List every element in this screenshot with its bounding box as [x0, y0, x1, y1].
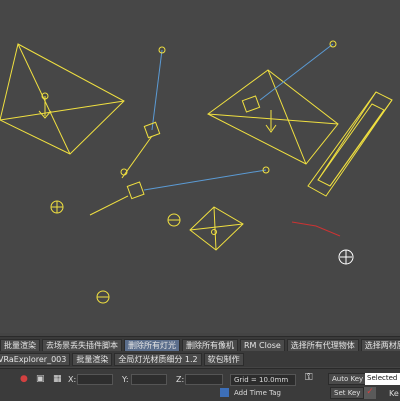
- selected-light: [291, 221, 354, 265]
- delete-all-lights-button[interactable]: 删除所有灯光: [124, 338, 180, 352]
- light-rect-1: [0, 43, 125, 155]
- status-bar: ● ▣ ▦ X: Y: Z: Grid = 10.0mm ⚿ Auto Key …: [0, 368, 400, 401]
- add-time-tag-label[interactable]: Add Time Tag: [234, 389, 281, 397]
- y-coordinate-field[interactable]: [131, 374, 167, 385]
- curve-icon[interactable]: ✓: [364, 387, 376, 399]
- viewport-scene: [0, 40, 393, 304]
- select-two-material-objects-button[interactable]: 选择两材质物体: [360, 338, 400, 352]
- remove-missing-plugins-button[interactable]: 去场景丢失插件脚本: [42, 338, 122, 352]
- key-icon[interactable]: ⚿: [305, 373, 313, 383]
- key-filters-label[interactable]: Ke: [389, 389, 399, 398]
- light-rect-3: [307, 91, 393, 197]
- soft-pack-button[interactable]: 软包制作: [203, 352, 244, 366]
- batch-render-button[interactable]: 批量渲染: [0, 338, 40, 352]
- vraexplorer-button[interactable]: VRaExplorer_003: [0, 352, 71, 366]
- spot-light-1: [121, 46, 166, 179]
- y-label: Y:: [122, 375, 129, 384]
- perspective-viewport[interactable]: [0, 0, 400, 333]
- omni-lights: [50, 168, 181, 304]
- x-coordinate-field[interactable]: [77, 374, 113, 385]
- global-light-subdivs-button[interactable]: 全局灯光材质细分 1.2: [114, 352, 202, 366]
- spot-light-3: [89, 166, 270, 216]
- z-label: Z:: [176, 375, 185, 384]
- x-label: X:: [68, 375, 77, 384]
- rm-close-button[interactable]: RM Close: [240, 338, 285, 352]
- z-coordinate-field[interactable]: [185, 374, 223, 385]
- auto-key-button[interactable]: Auto Key: [328, 373, 368, 385]
- select-all-proxies-button[interactable]: 选择所有代理物体: [286, 338, 359, 352]
- pin-icon[interactable]: ●: [20, 374, 28, 384]
- scripts-toolbar-row-2: VRaExplorer_003 批量渲染 全局灯光材质细分 1.2 软包制作: [0, 351, 400, 367]
- time-tag-icon[interactable]: [220, 388, 229, 397]
- set-key-button[interactable]: Set Key: [330, 387, 365, 399]
- grid-size-display: Grid = 10.0mm: [230, 374, 296, 386]
- lock-icon[interactable]: ▣: [36, 374, 45, 384]
- spot-light-2: [259, 40, 337, 101]
- delete-all-cameras-button[interactable]: 删除所有像机: [182, 338, 238, 352]
- selection-set-dropdown[interactable]: Selected: [365, 373, 400, 385]
- absolute-mode-icon[interactable]: ▦: [53, 374, 62, 384]
- batch-render-2-button[interactable]: 批量渲染: [72, 352, 113, 366]
- light-rect-4: [189, 206, 244, 251]
- light-rect-2: [207, 69, 339, 165]
